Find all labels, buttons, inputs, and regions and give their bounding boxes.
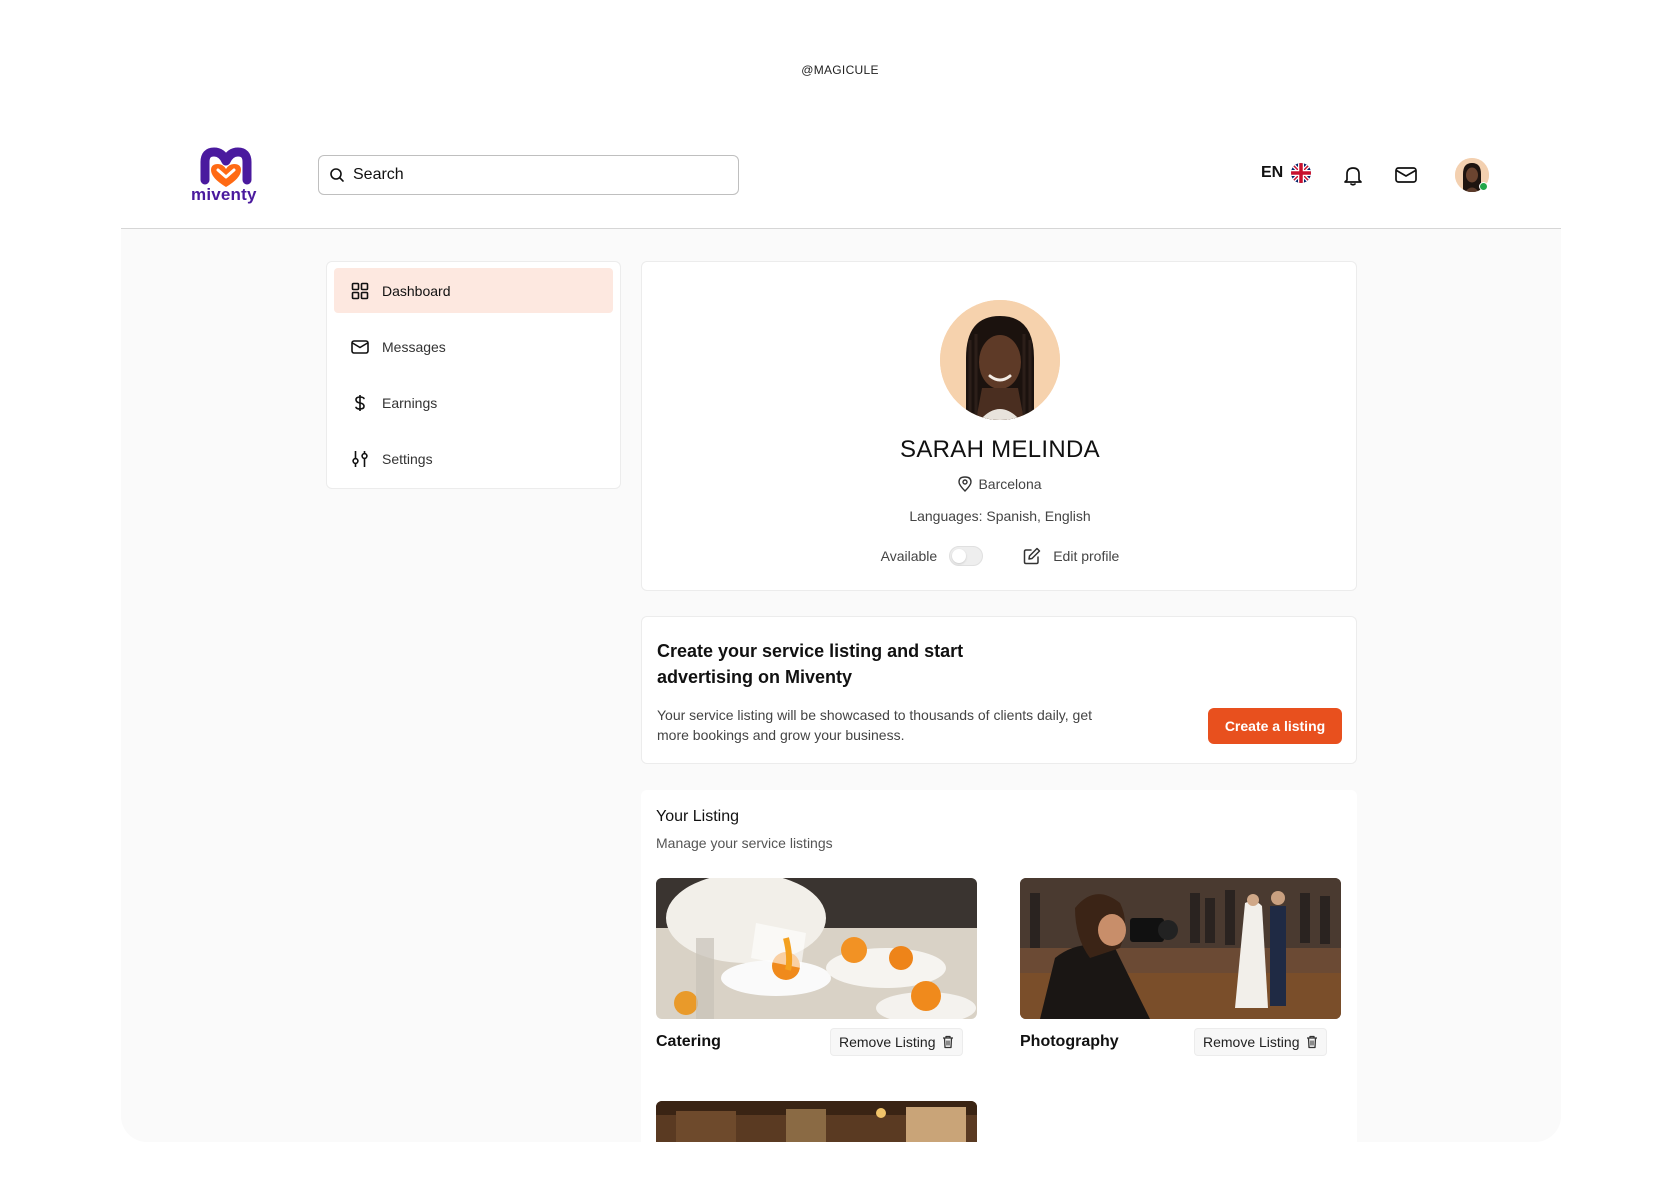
online-status-dot bbox=[1479, 182, 1488, 191]
mail-icon bbox=[351, 339, 369, 354]
catering-image[interactable] bbox=[656, 878, 977, 1019]
cta-title: Create your service listing and start ad… bbox=[657, 641, 964, 687]
remove-listing-button[interactable]: Remove Listing bbox=[830, 1028, 963, 1056]
grid-icon bbox=[351, 282, 369, 299]
edit-profile-button[interactable]: Edit profile bbox=[1023, 547, 1119, 565]
trash-icon bbox=[1306, 1035, 1317, 1049]
search-bar[interactable] bbox=[318, 155, 739, 195]
availability-toggle[interactable] bbox=[949, 546, 984, 566]
sidebar-item-label: Earnings bbox=[382, 394, 438, 411]
sidebar-item-messages[interactable]: Messages bbox=[334, 324, 613, 369]
location-text: Barcelona bbox=[978, 476, 1042, 492]
sidebar-item-label: Settings bbox=[382, 450, 433, 467]
trash-icon bbox=[942, 1035, 953, 1049]
listings-subtitle: Manage your service listings bbox=[656, 835, 833, 851]
edit-icon bbox=[1023, 547, 1041, 565]
sidebar-item-label: Dashboard bbox=[382, 282, 451, 299]
logo-wordmark: miventy bbox=[191, 185, 257, 204]
profile-languages: Languages: Spanish, English bbox=[909, 508, 1091, 524]
top-bar: miventy EN bbox=[121, 122, 1561, 229]
language-selector[interactable]: EN bbox=[1261, 163, 1312, 183]
mail-icon bbox=[1395, 167, 1417, 183]
listing-image[interactable] bbox=[656, 1101, 977, 1142]
app-frame: miventy EN bbox=[121, 122, 1561, 1142]
edit-profile-label: Edit profile bbox=[1053, 548, 1120, 564]
listings-title: Your Listing bbox=[656, 808, 740, 825]
profile-actions: Available Edit profile bbox=[642, 546, 1358, 566]
notifications-button[interactable] bbox=[1340, 162, 1366, 188]
cta-description: Your service listing will be showcased t… bbox=[657, 707, 1093, 743]
listing-name: Catering bbox=[656, 1033, 721, 1050]
photography-image[interactable] bbox=[1020, 878, 1341, 1019]
available-label: Available bbox=[880, 548, 938, 564]
search-icon bbox=[330, 168, 344, 182]
sidebar-item-label: Messages bbox=[382, 338, 446, 355]
main-content: Dashboard Messages Earnings Settings SAR… bbox=[121, 229, 1561, 1142]
inbox-button[interactable] bbox=[1393, 162, 1419, 188]
sliders-icon bbox=[352, 450, 368, 467]
bell-icon bbox=[1344, 167, 1362, 186]
remove-listing-label: Remove Listing bbox=[1203, 1034, 1300, 1050]
language-code: EN bbox=[1261, 164, 1284, 181]
search-input[interactable] bbox=[353, 166, 713, 184]
sidebar-item-dashboard[interactable]: Dashboard bbox=[334, 268, 613, 313]
profile-location: Barcelona bbox=[642, 476, 1358, 492]
remove-listing-label: Remove Listing bbox=[839, 1034, 936, 1050]
listing-name: Photography bbox=[1020, 1033, 1119, 1050]
sidebar: Dashboard Messages Earnings Settings bbox=[326, 261, 621, 489]
sidebar-item-settings[interactable]: Settings bbox=[334, 436, 613, 481]
profile-name: SARAH MELINDA bbox=[900, 436, 1100, 463]
location-pin-icon bbox=[958, 476, 973, 492]
create-listing-card: Create your service listing and start ad… bbox=[641, 616, 1357, 764]
profile-photo bbox=[940, 300, 1060, 420]
watermark: @MAGICULE bbox=[801, 63, 879, 77]
remove-listing-button[interactable]: Remove Listing bbox=[1194, 1028, 1327, 1056]
create-listing-button[interactable]: Create a listing bbox=[1208, 708, 1342, 744]
sidebar-item-earnings[interactable]: Earnings bbox=[334, 380, 613, 425]
listings-section: Your Listing Manage your service listing… bbox=[641, 790, 1357, 1142]
dollar-icon bbox=[355, 394, 365, 411]
uk-flag-icon bbox=[1291, 163, 1312, 183]
profile-card: SARAH MELINDA Barcelona Languages: Spani… bbox=[641, 261, 1357, 591]
